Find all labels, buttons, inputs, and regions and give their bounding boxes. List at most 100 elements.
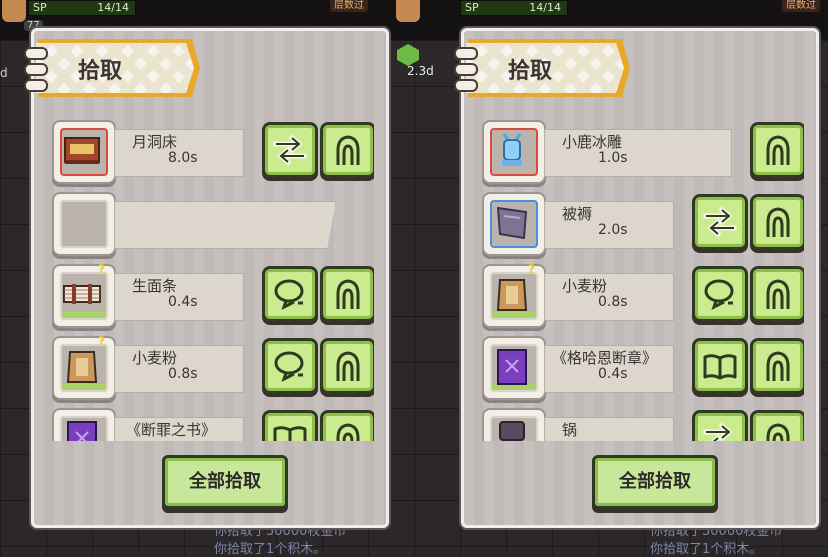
item-name: 月洞床 [132, 133, 178, 151]
list-item[interactable]: 《格哈恩断章》 0.4s [482, 333, 804, 403]
hand-icon [330, 276, 366, 312]
list-item[interactable]: ? 小麦粉 0.8s [52, 333, 374, 403]
item-slot: ? [52, 262, 116, 328]
bubble-icon [272, 276, 308, 312]
inspect-button[interactable] [262, 266, 318, 322]
pickup-button[interactable] [750, 122, 804, 178]
swap-button[interactable] [692, 410, 748, 441]
list-item[interactable]: 锅 [482, 405, 804, 441]
pickup-button[interactable] [750, 194, 804, 250]
hand-icon [760, 276, 796, 312]
item-name: 《断罪之书》 [126, 421, 217, 439]
book-icon [272, 420, 308, 441]
loot-panel: 拾取 小鹿冰雕 1.0s 被褥 2.0s ? 小麦粉 0.8s 《格哈恩断章》 … [454, 28, 819, 528]
item-slot: ? [482, 262, 546, 328]
log-message: 你拾取了1个积木。 [214, 542, 327, 557]
panel-title: 拾取 [508, 59, 553, 84]
spiral-binding [454, 47, 478, 92]
pickup-button[interactable] [320, 266, 374, 322]
book-icon [702, 348, 738, 384]
item-time: 2.0s [598, 222, 628, 238]
sp-value: 14/14 [529, 1, 561, 14]
item-name: 小麦粉 [132, 349, 178, 367]
item-slot [52, 408, 116, 441]
item-time: 0.8s [168, 366, 198, 382]
inspect-button[interactable] [692, 266, 748, 322]
list-item[interactable]: 《断罪之书》 [52, 405, 374, 441]
list-item[interactable]: 被褥 2.0s [482, 189, 804, 259]
pick-all-button[interactable]: 全部拾取 [592, 455, 718, 509]
bubble-icon [272, 348, 308, 384]
list-item[interactable]: ? 小麦粉 0.8s [482, 261, 804, 331]
unknown-mark-icon: ? [98, 334, 105, 348]
item-slot [52, 120, 116, 184]
item-slot [482, 408, 546, 441]
purple-book-icon [497, 349, 527, 385]
item-time: 0.4s [598, 366, 628, 382]
loot-list[interactable]: 小鹿冰雕 1.0s 被褥 2.0s ? 小麦粉 0.8s 《格哈恩断章》 0.4… [482, 113, 804, 441]
spiral-binding [24, 47, 48, 92]
pickup-button[interactable] [320, 338, 374, 394]
pickup-button[interactable] [750, 338, 804, 394]
list-item[interactable]: 月洞床 8.0s [52, 117, 374, 187]
read-button[interactable] [262, 410, 318, 441]
flour-icon [496, 279, 528, 311]
item-name: 被褥 [562, 205, 593, 223]
hand-icon [760, 132, 796, 168]
list-item [52, 189, 374, 259]
loot-list[interactable]: 月洞床 8.0s ? 生面条 0.4s ? 小麦粉 0.8s 《断罪之书》 [52, 113, 374, 441]
sp-label: SP [33, 1, 47, 14]
gem-icon [397, 44, 419, 66]
item-name: 小麦粉 [562, 277, 608, 295]
swap-button[interactable] [692, 194, 748, 250]
player-avatar [2, 0, 26, 22]
pot-icon [499, 421, 525, 441]
buff-time: 2.3d [407, 64, 434, 78]
item-name: 小鹿冰雕 [562, 133, 623, 151]
inspect-button[interactable] [262, 338, 318, 394]
pick-all-button[interactable]: 全部拾取 [162, 455, 288, 509]
unknown-mark-icon: ? [98, 262, 105, 276]
item-bar-empty [114, 201, 336, 249]
item-slot [482, 120, 546, 184]
read-button[interactable] [692, 338, 748, 394]
item-slot [482, 192, 546, 256]
pickup-button[interactable] [320, 122, 374, 178]
player-avatar [396, 0, 420, 22]
item-name: 生面条 [132, 277, 178, 295]
floor-button[interactable]: 层数过 [330, 0, 368, 12]
item-time: 0.8s [598, 294, 628, 310]
sp-bar: SP 14/14 [28, 0, 136, 16]
bedding-icon [496, 206, 528, 240]
panel-title: 拾取 [78, 59, 123, 84]
item-slot: ? [52, 334, 116, 400]
ice-deer-icon [502, 133, 522, 166]
item-name: 《格哈恩断章》 [552, 349, 658, 367]
swap-icon [702, 204, 738, 240]
list-item[interactable]: ? 生面条 0.4s [52, 261, 374, 331]
swap-button[interactable] [262, 122, 318, 178]
hand-icon [760, 420, 796, 441]
bubble-icon [702, 276, 738, 312]
pickup-button[interactable] [320, 410, 374, 441]
sp-bar: SP 14/14 [460, 0, 568, 16]
item-time: 0.4s [168, 294, 198, 310]
list-item[interactable]: 小鹿冰雕 1.0s [482, 117, 804, 187]
swap-icon [272, 132, 308, 168]
side-text: d [0, 66, 8, 80]
purple-book-icon [67, 421, 97, 441]
noodles-icon [63, 284, 101, 304]
pickup-button[interactable] [750, 266, 804, 322]
buff-indicator: 2.3d [395, 44, 434, 80]
floor-button[interactable]: 层数过 [782, 0, 820, 12]
item-slot [482, 336, 546, 400]
item-time: 8.0s [168, 150, 198, 166]
item-slot-empty [52, 192, 116, 256]
pickup-button[interactable] [750, 410, 804, 441]
hand-icon [330, 420, 366, 441]
bed-icon [64, 137, 100, 164]
log-message: 你拾取了1个积木。 [650, 542, 763, 557]
hand-icon [760, 348, 796, 384]
item-name: 锅 [562, 421, 578, 439]
flour-icon [66, 351, 98, 383]
